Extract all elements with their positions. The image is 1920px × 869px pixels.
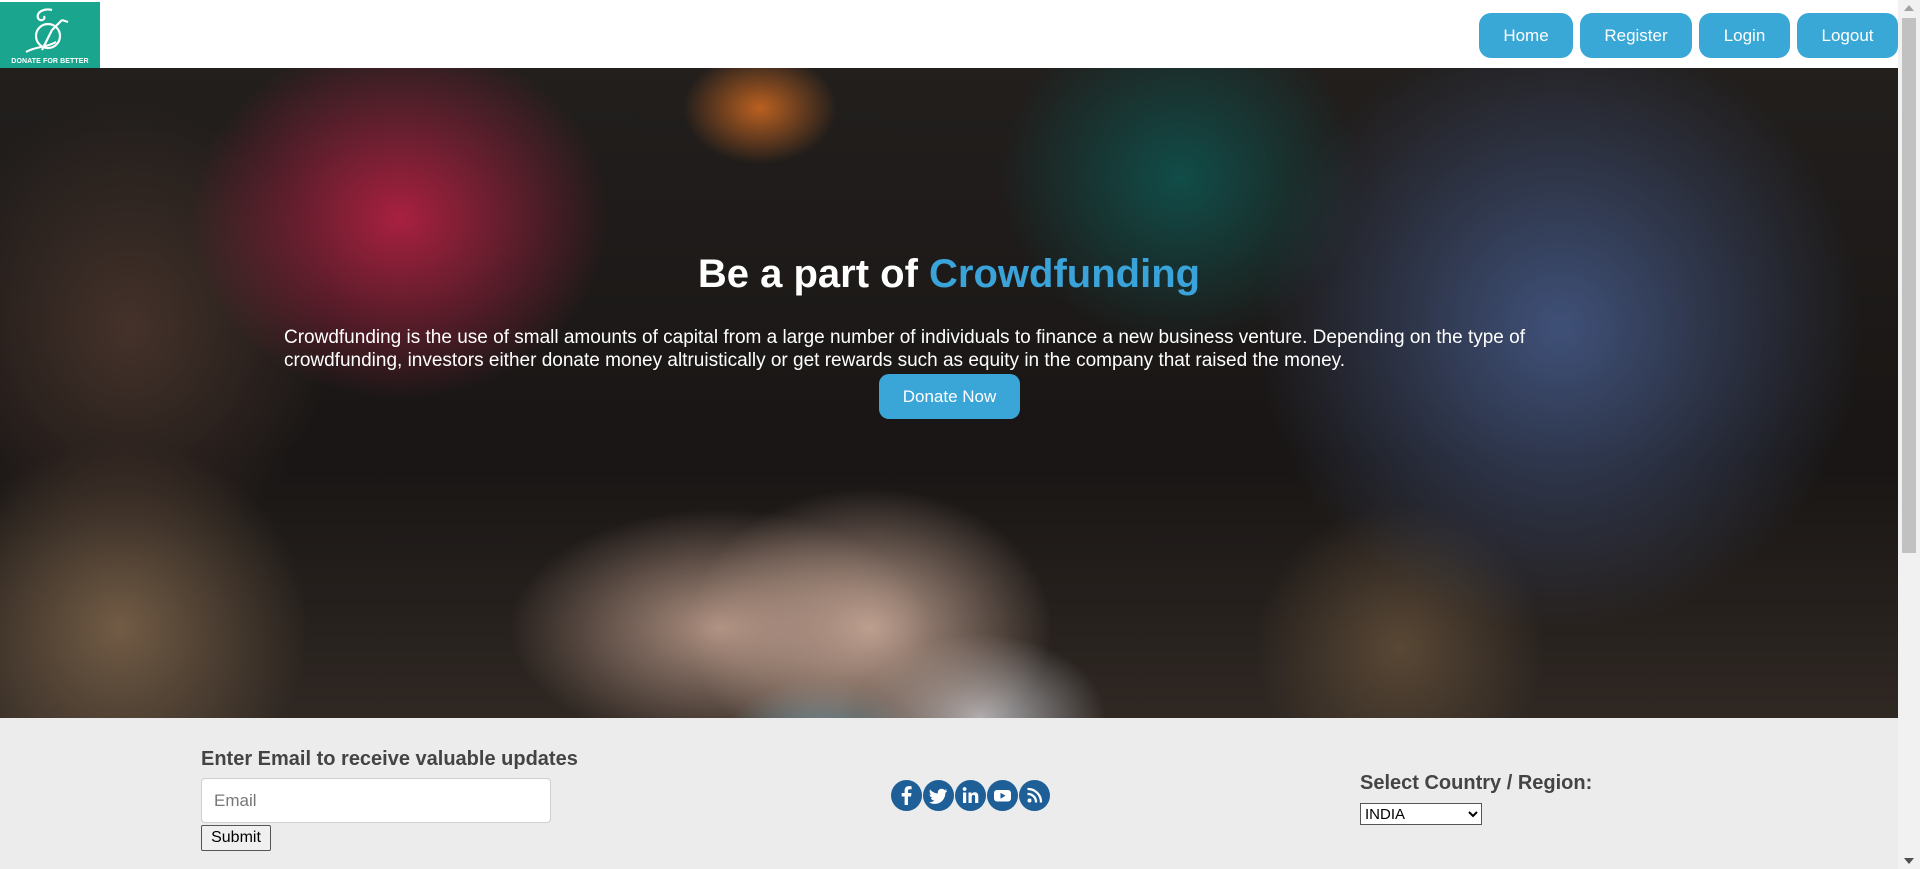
scroll-down-arrow-icon[interactable] (1904, 858, 1914, 864)
country-region-select[interactable]: INDIA (1360, 803, 1482, 825)
nav-register-button[interactable]: Register (1580, 13, 1692, 58)
site-logo[interactable]: DONATE FOR BETTER (0, 2, 100, 68)
facebook-icon[interactable] (891, 780, 922, 811)
email-field[interactable] (201, 778, 551, 823)
donate-now-button[interactable]: Donate Now (879, 374, 1020, 419)
youtube-icon[interactable] (987, 780, 1018, 811)
hero-title-prefix: Be a part of (697, 252, 930, 296)
hero-title: Be a part of Crowdfunding (0, 252, 1898, 297)
hero-title-accent: Crowdfunding (929, 252, 1201, 296)
scrollbar-thumb[interactable] (1902, 18, 1916, 553)
page-scrollbar[interactable] (1898, 0, 1920, 869)
hero-description: Crowdfunding is the use of small amounts… (284, 327, 1525, 371)
twitter-icon[interactable] (923, 780, 954, 811)
hero-banner: Be a part of Crowdfunding Crowdfunding i… (0, 68, 1898, 718)
rss-icon[interactable] (1019, 780, 1050, 811)
submit-button[interactable]: Submit (201, 825, 271, 851)
site-footer: Enter Email to receive valuable updates … (0, 718, 1898, 869)
scroll-up-arrow-icon[interactable] (1904, 5, 1914, 11)
linkedin-icon[interactable] (955, 780, 986, 811)
donate-hand-logo-icon (25, 8, 69, 53)
social-links (891, 780, 1050, 811)
nav-logout-button[interactable]: Logout (1797, 13, 1898, 58)
site-header: DONATE FOR BETTER Home Register Login Lo… (0, 0, 1898, 68)
newsletter-heading: Enter Email to receive valuable updates (201, 748, 578, 770)
nav-login-button[interactable]: Login (1699, 13, 1790, 58)
country-region-label: Select Country / Region: (1360, 772, 1593, 794)
logo-text: DONATE FOR BETTER (11, 58, 89, 65)
nav-home-button[interactable]: Home (1479, 13, 1573, 58)
main-nav: Home Register Login Logout (1479, 13, 1898, 58)
